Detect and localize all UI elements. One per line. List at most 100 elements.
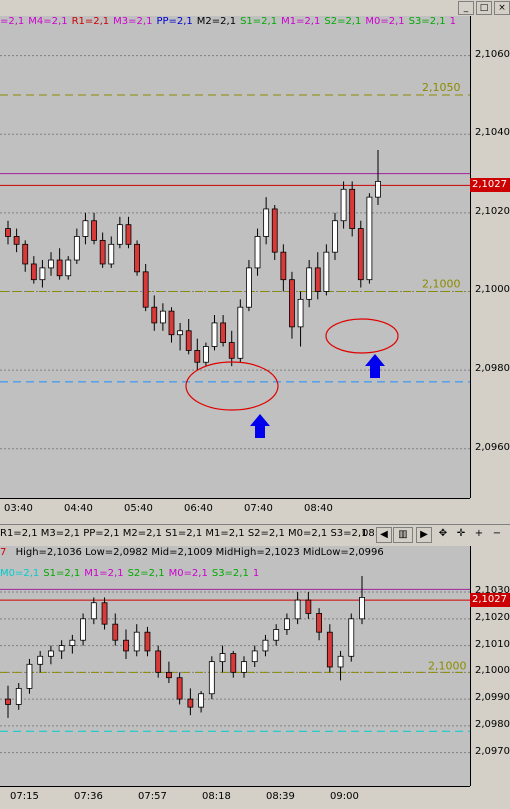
candle-body: [15, 687, 22, 705]
candle-body: [177, 330, 183, 336]
top-chart-panel[interactable]: =2,1 M4=2,1 R1=2,1 M3=2,1 PP=2,1 M2=2,1 S1=2,1…: [0, 16, 470, 498]
candle-body: [203, 346, 209, 363]
level-label: 2,1000: [422, 277, 461, 290]
x-tick-label: 07:40: [244, 503, 273, 514]
scroll-right-button[interactable]: ▶: [416, 527, 432, 543]
close-button[interactable]: ×: [494, 1, 510, 15]
candle-body: [65, 259, 72, 277]
indicator-status-bar: R1=2,1 M3=2,1 PP=2,1 M2=2,1 S1=2,1 M1=2,…: [0, 524, 510, 545]
candle-body: [56, 259, 63, 277]
candle-body: [151, 306, 158, 324]
zoom-out-icon[interactable]: −: [490, 527, 504, 541]
candle-body: [112, 623, 119, 641]
candle-body: [82, 220, 89, 237]
y-tick-label: 2,1000: [475, 665, 510, 677]
y-tick-label: 2,1000: [475, 284, 510, 296]
candle-body: [263, 208, 270, 237]
x-tick-label: 08:40: [304, 503, 333, 514]
candle-body: [289, 279, 295, 328]
candle-body: [316, 613, 322, 633]
candle-body: [58, 645, 65, 652]
maximize-button[interactable]: □: [476, 1, 492, 15]
candle-body: [90, 602, 97, 620]
up-arrow-icon: [250, 414, 270, 438]
candle-body: [297, 298, 304, 328]
candle-body: [22, 243, 29, 265]
candle-body: [48, 259, 54, 269]
level-label: 2,1050: [422, 81, 461, 94]
top-x-axis: 03:40 04:40 05:40 06:40 07:40 08:40: [0, 498, 470, 521]
candle-body: [69, 639, 76, 646]
candle-body: [230, 653, 237, 673]
x-tick-label: 09:00: [330, 791, 359, 802]
level-label: 2,1000: [428, 659, 467, 672]
candle-body: [220, 322, 227, 343]
y-tick-label: 2,1040: [475, 127, 510, 139]
y-tick-label: 2,1020: [475, 205, 510, 217]
candle-body: [306, 267, 313, 300]
x-tick-label: 04:40: [64, 503, 93, 514]
candle-body: [134, 243, 140, 273]
x-tick-label: 03:40: [4, 503, 33, 514]
candle-body: [101, 602, 108, 625]
y-tick-label: 2,0980: [475, 718, 510, 730]
top-y-axis: 2,1060 2,1040 2,1020 2,1000 2,0980 2,0960: [470, 16, 510, 498]
candle-body: [99, 239, 106, 265]
y-tick-label: 2,0960: [475, 441, 510, 453]
top-price-tag: 2,1027: [470, 178, 510, 193]
x-tick-label: 07:57: [138, 791, 167, 802]
candle-body: [168, 310, 175, 336]
candle-body: [142, 271, 149, 308]
top-chart-svg: 2,1050 2,1000: [0, 55, 470, 450]
x-tick-label: 05:40: [124, 503, 153, 514]
highlight-ellipse: [325, 318, 399, 354]
scroll-left-button[interactable]: ◀: [376, 527, 392, 543]
candle-body: [48, 650, 54, 657]
bottom-price-tag: 2,1027: [470, 593, 510, 608]
bottom-x-axis: 07:15 07:36 07:57 08:18 08:39 09:00: [0, 786, 470, 809]
candle-body: [348, 618, 355, 657]
bottom-y-axis: 2,1030 2,1020 2,1010 2,1000 2,0990 2,0980 2,09…: [470, 546, 510, 786]
candle-body: [159, 310, 166, 324]
candle-body: [211, 322, 218, 347]
candle-body: [208, 661, 215, 695]
bottom-chart-panel[interactable]: 7 High=2,1036 Low=2,0982 Mid=2,1009 MidH…: [0, 546, 470, 786]
candle-body: [280, 251, 287, 281]
y-tick-label: 2,1060: [475, 48, 510, 60]
candle-body: [144, 631, 151, 652]
candle-body: [337, 655, 344, 668]
candle-body: [237, 306, 244, 359]
minimize-button[interactable]: _: [458, 1, 474, 15]
candle-body: [108, 243, 115, 265]
up-arrow-icon: [365, 354, 385, 378]
candle-body: [194, 350, 201, 363]
candle-body: [323, 251, 330, 292]
candle-body: [185, 330, 192, 351]
candle-body: [26, 663, 33, 689]
candle-body: [80, 618, 86, 641]
candle-body: [273, 629, 280, 641]
y-tick-label: 2,0990: [475, 692, 510, 704]
x-tick-label: 08:18: [202, 791, 231, 802]
candle-body: [326, 631, 333, 668]
candle-body: [246, 267, 252, 308]
candle-body: [5, 228, 11, 237]
y-tick-label: 2,0980: [475, 363, 510, 375]
move-icon[interactable]: ✥: [436, 527, 450, 541]
zoom-in-icon[interactable]: +: [472, 527, 486, 541]
candle-body: [73, 236, 80, 261]
candle-body: [187, 698, 194, 708]
y-tick-label: 2,1020: [475, 611, 510, 623]
candle-body: [39, 267, 46, 281]
candle-body: [262, 639, 269, 652]
highlight-ellipse: [185, 361, 279, 411]
candle-body: [5, 698, 11, 705]
candle-body: [30, 263, 37, 281]
x-tick-label: 08:39: [266, 791, 295, 802]
candle-body: [228, 342, 235, 359]
scroll-thumb[interactable]: ▥: [393, 527, 413, 543]
candle-body: [359, 597, 365, 620]
candle-body: [332, 220, 338, 253]
crosshair-icon[interactable]: ✛: [454, 527, 468, 541]
candle-body: [13, 236, 20, 245]
